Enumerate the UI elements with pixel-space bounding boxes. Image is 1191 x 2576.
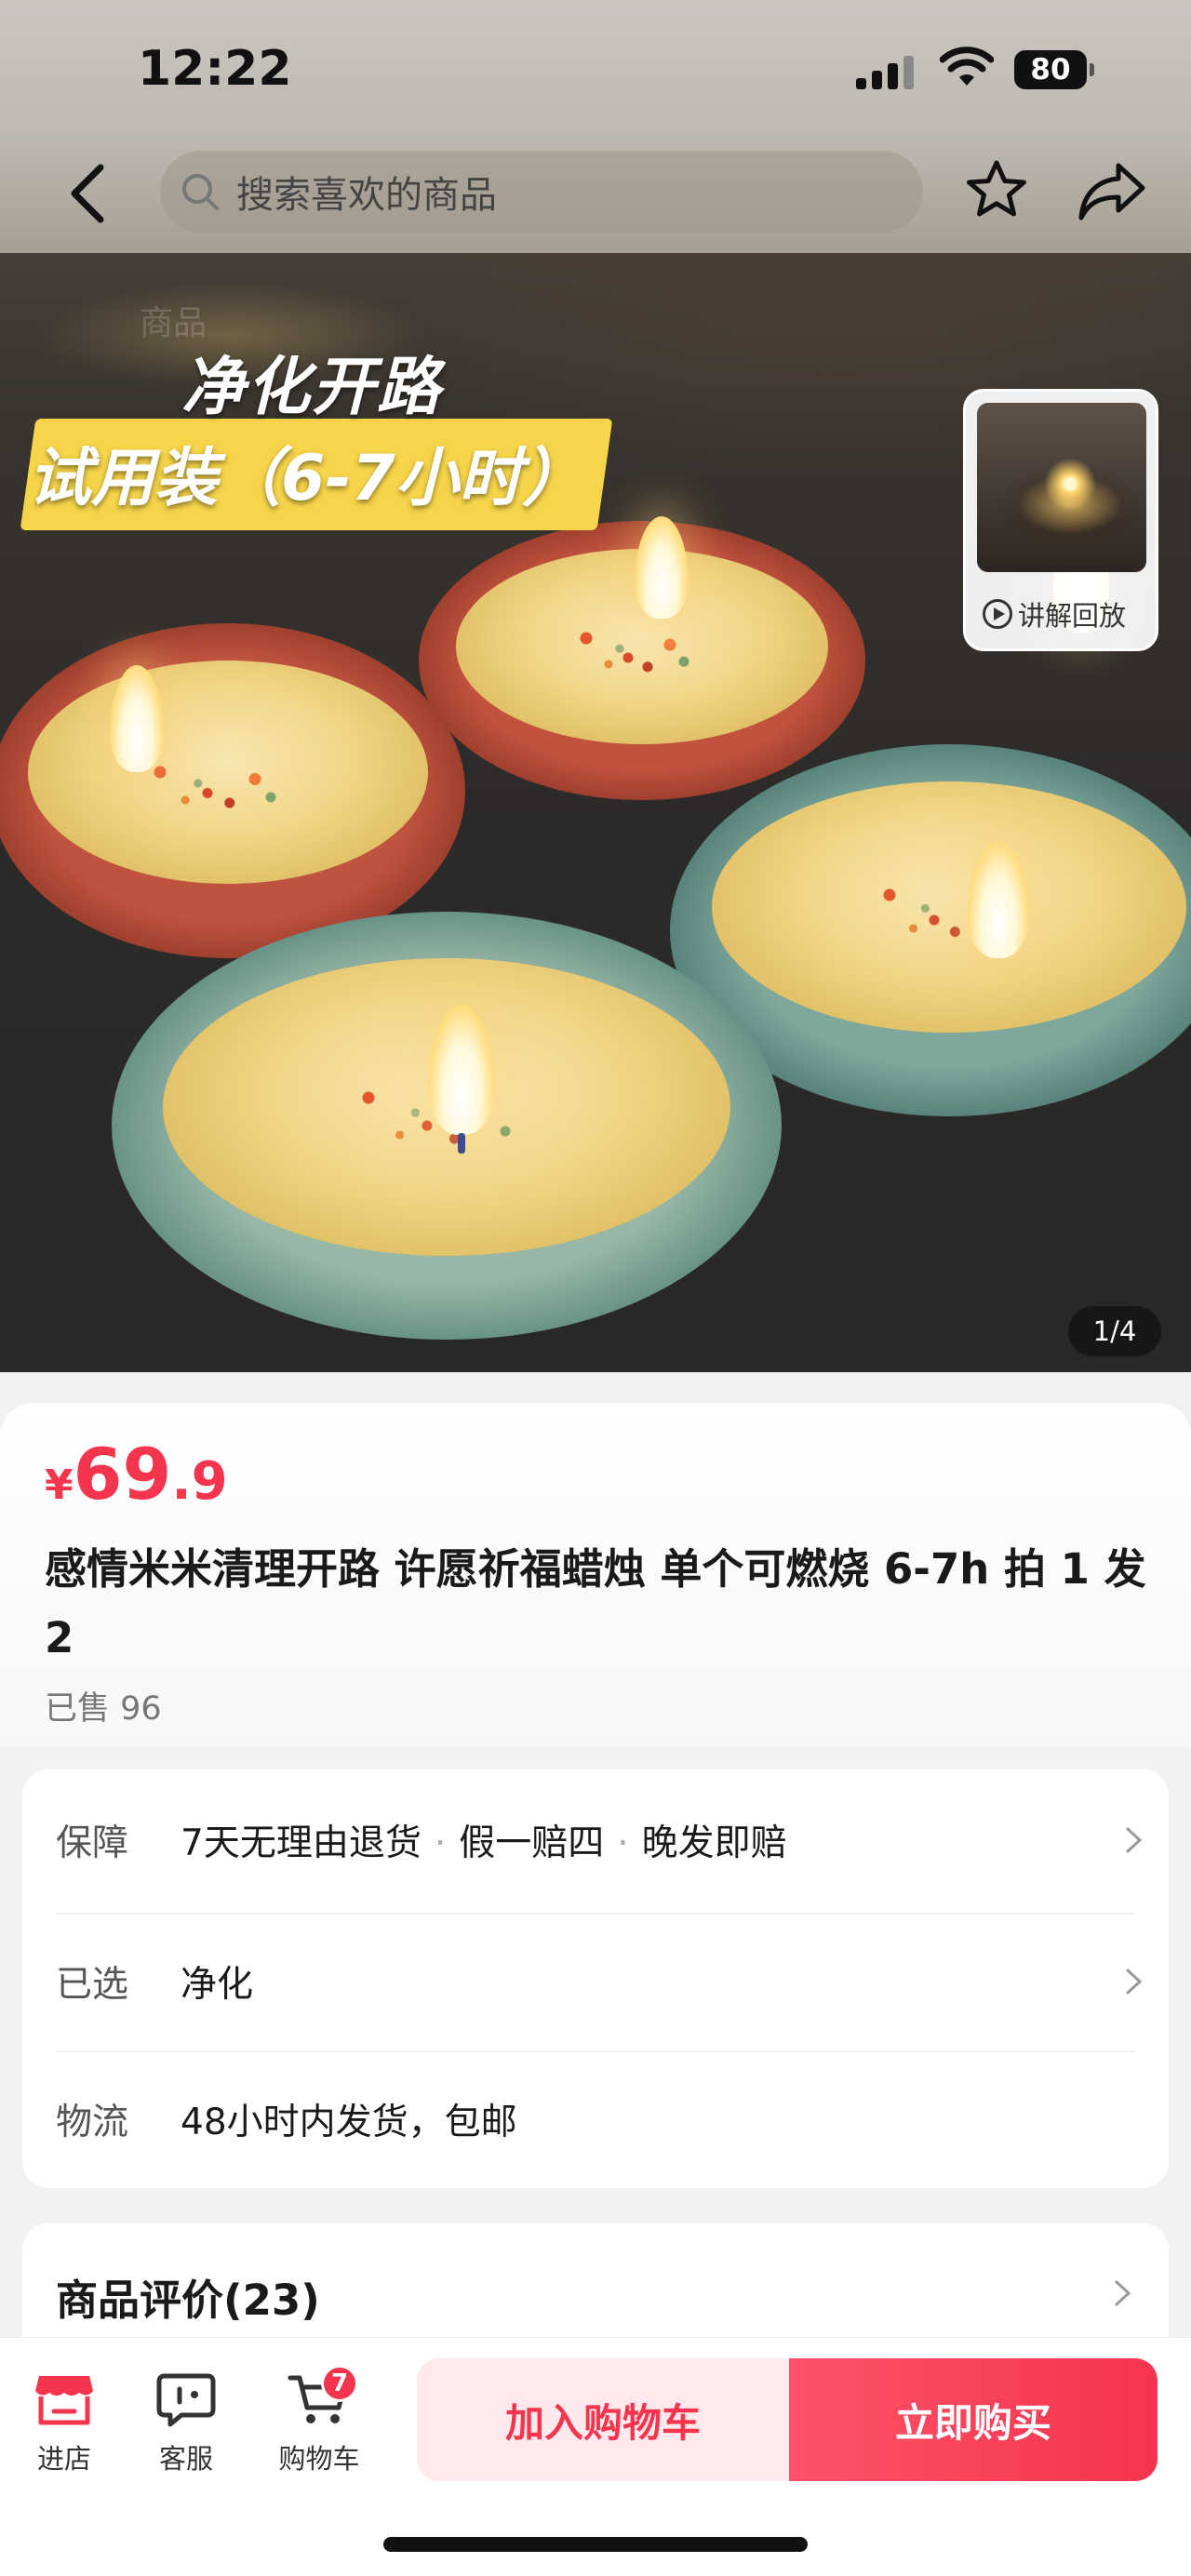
guarantee-item: 晚发即赔 bbox=[641, 1822, 787, 1864]
home-indicator bbox=[383, 2537, 808, 2552]
reviews-title[interactable]: 商品评价(23) bbox=[56, 2266, 320, 2327]
overlay-title: 净化开路 bbox=[181, 351, 443, 424]
shipping-label: 物流 bbox=[56, 2102, 129, 2143]
guarantee-label: 保障 bbox=[56, 1822, 129, 1864]
guarantee-row[interactable]: 保障 7天无理由退货 · 假一赔四 · 晚发即赔 bbox=[56, 1771, 1144, 1909]
overlay-subtitle: 试用装（6-7小时） bbox=[28, 442, 585, 515]
cellular-signal-icon bbox=[856, 52, 914, 89]
image-page-indicator: 1/4 bbox=[1068, 1306, 1161, 1356]
separator-dot: · bbox=[617, 1822, 629, 1864]
search-input[interactable]: 搜索喜欢的商品 bbox=[160, 151, 923, 233]
price: ¥ 69 .9 bbox=[45, 1433, 228, 1515]
store-label: 进店 bbox=[36, 2443, 91, 2475]
search-placeholder: 搜索喜欢的商品 bbox=[236, 174, 497, 217]
guarantee-value: 7天无理由退货 · 假一赔四 · 晚发即赔 bbox=[181, 1814, 1124, 1866]
selected-label: 已选 bbox=[56, 1964, 129, 2006]
play-circle-icon bbox=[983, 599, 1012, 629]
add-to-cart-button[interactable]: 加入购物车 bbox=[417, 2358, 789, 2481]
price-symbol: ¥ bbox=[45, 1462, 74, 1509]
store-button[interactable]: 进店 bbox=[13, 2370, 115, 2482]
price-decimal: .9 bbox=[171, 1451, 228, 1512]
battery-indicator: 80 bbox=[1014, 50, 1094, 89]
price-integer: 69 bbox=[73, 1433, 172, 1515]
product-title: 感情米米清理开路 许愿祈福蜡烛 单个可燃烧 6-7h 拍 1 发 2 bbox=[45, 1544, 1146, 1662]
chat-icon bbox=[156, 2373, 216, 2427]
selected-variant-row[interactable]: 已选 净化 bbox=[56, 1913, 1144, 2050]
share-icon[interactable] bbox=[1077, 160, 1148, 221]
store-icon bbox=[35, 2376, 93, 2425]
wifi-icon bbox=[940, 47, 994, 86]
sold-count: 已售 96 bbox=[45, 1690, 162, 1728]
chevron-right-icon bbox=[1126, 1827, 1143, 1853]
service-label: 客服 bbox=[158, 2443, 213, 2475]
selected-value: 净化 bbox=[181, 1964, 254, 2006]
guarantee-item: 7天无理由退货 bbox=[181, 1822, 422, 1864]
shipping-row: 物流 48小时内发货，包邮 bbox=[56, 2050, 1144, 2188]
customer-service-button[interactable]: 客服 bbox=[135, 2370, 237, 2482]
replay-thumbnail bbox=[977, 403, 1146, 572]
replay-label: 讲解回放 bbox=[1018, 600, 1127, 632]
back-arrow-icon[interactable] bbox=[61, 160, 117, 227]
cart-count-badge: 7 bbox=[321, 2365, 358, 2402]
wick bbox=[458, 1133, 465, 1154]
search-icon bbox=[182, 174, 219, 210]
replay-label-row: 讲解回放 bbox=[983, 594, 1126, 634]
cart-label: 购物车 bbox=[278, 2443, 360, 2475]
status-time: 12:22 bbox=[138, 41, 292, 97]
buy-now-button[interactable]: 立即购买 bbox=[789, 2358, 1158, 2481]
candle-image bbox=[0, 623, 465, 958]
guarantee-item: 假一赔四 bbox=[459, 1822, 605, 1864]
chevron-right-icon bbox=[1126, 1969, 1143, 1995]
live-replay-card[interactable]: 讲解回放 bbox=[963, 389, 1158, 651]
shipping-value: 48小时内发货，包邮 bbox=[181, 2102, 517, 2143]
chevron-right-icon bbox=[1115, 2280, 1131, 2306]
separator-dot: · bbox=[434, 1822, 447, 1864]
favorite-star-icon[interactable] bbox=[964, 158, 1029, 223]
